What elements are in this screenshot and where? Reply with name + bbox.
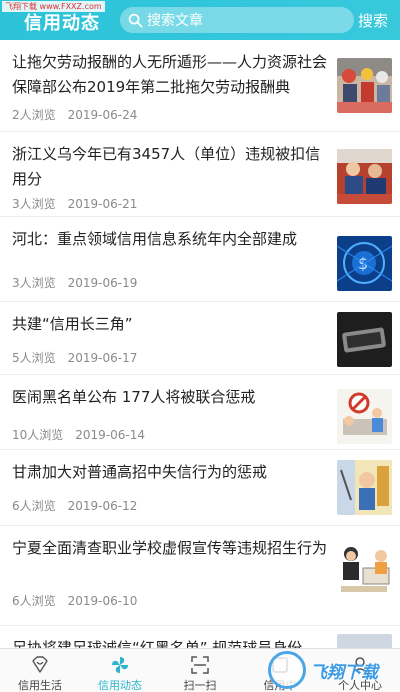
list-item[interactable]: 共建“信用长三角” 5人浏览 2019-06-17 <box>0 302 400 375</box>
list-item[interactable]: 医闹黑名单公布 177人将被联合惩戒 10人浏览 2019-06-14 <box>0 375 400 450</box>
article-title: 共建“信用长三角” <box>12 315 133 333</box>
tab-credit-news[interactable]: 信用动态 <box>80 649 160 692</box>
view-count: 2人浏览 <box>12 108 56 122</box>
view-count: 10人浏览 <box>12 428 64 442</box>
list-item[interactable]: 宁夏全面清查职业学校虚假宣传等违规招生行为 6人浏览 2019-06-10 <box>0 526 400 626</box>
article-meta: 2人浏览 2019-06-24 <box>12 106 137 123</box>
view-count: 3人浏览 <box>12 197 56 211</box>
tab-credit-life[interactable]: 信用生活 <box>0 649 80 692</box>
tab-label: 扫一扫 <box>183 679 217 692</box>
list-item[interactable]: 浙江义乌今年已有3457人（单位）违规被扣信用分 3人浏览 2019-06-21 <box>0 132 400 217</box>
tab-label: 信用生活 <box>18 679 62 692</box>
article-meta: 3人浏览 2019-06-21 <box>12 195 137 212</box>
page-title: 信用动态 <box>24 13 100 34</box>
article-meta: 3人浏览 2019-06-19 <box>12 274 137 291</box>
article-date: 2019-06-14 <box>75 428 146 442</box>
article-thumbnail <box>337 312 392 367</box>
article-list: 让拖欠劳动报酬的人无所遁形——人力资源社会保障部公布2019年第二批拖欠劳动报酬… <box>0 40 400 648</box>
article-date: 2019-06-24 <box>67 108 138 122</box>
list-item[interactable]: 甘肃加大对普通高招中失信行为的惩戒 6人浏览 2019-06-12 <box>0 450 400 526</box>
scan-icon <box>191 656 209 674</box>
view-count: 6人浏览 <box>12 594 56 608</box>
top-app-bar: 信用动态 飞翔下载 www.FXXZ.com 搜索文章 搜索 <box>0 0 400 40</box>
article-thumbnail <box>337 58 392 113</box>
search-button[interactable]: 搜索 <box>358 10 388 31</box>
watermark-text: 飞翔下载 <box>310 662 378 683</box>
view-count: 6人浏览 <box>12 499 56 513</box>
article-date: 2019-06-10 <box>67 594 138 608</box>
article-thumbnail <box>337 389 392 444</box>
article-date: 2019-06-12 <box>67 499 138 513</box>
article-meta: 6人浏览 2019-06-12 <box>12 497 137 514</box>
article-thumbnail <box>337 460 392 515</box>
article-title: 宁夏全面清查职业学校虚假宣传等违规招生行为 <box>12 539 328 557</box>
view-count: 3人浏览 <box>12 276 56 290</box>
article-title: 足协将建足球诚信“红黑名单” 规范球员身份 <box>12 639 303 648</box>
svg-text:$: $ <box>358 254 368 273</box>
article-title: 浙江义乌今年已有3457人（单位）违规被扣信用分 <box>12 145 321 188</box>
article-title: 甘肃加大对普通高招中失信行为的惩戒 <box>12 463 268 481</box>
diamond-heart-icon <box>32 656 48 673</box>
article-thumbnail: $ <box>337 236 392 291</box>
article-date: 2019-06-21 <box>67 197 138 211</box>
list-item[interactable]: 河北：重点领域信用信息系统年内全部建成 3人浏览 2019-06-19 $ <box>0 217 400 302</box>
watermark-top: 飞翔下载 www.FXXZ.com <box>2 1 105 12</box>
search-input[interactable]: 搜索文章 <box>120 7 354 33</box>
article-title: 医闹黑名单公布 177人将被联合惩戒 <box>12 388 256 406</box>
tab-scan[interactable]: 扫一扫 <box>160 649 240 692</box>
article-meta: 6人浏览 2019-06-10 <box>12 592 137 609</box>
search-placeholder: 搜索文章 <box>147 13 203 29</box>
article-date: 2019-06-17 <box>67 351 138 365</box>
watermark-logo: 飞翔下载 <box>268 648 400 692</box>
article-thumbnail <box>337 542 392 597</box>
search-icon <box>128 13 143 27</box>
article-thumbnail <box>337 149 392 204</box>
article-thumbnail <box>337 634 392 648</box>
article-meta: 5人浏览 2019-06-17 <box>12 349 137 366</box>
view-count: 5人浏览 <box>12 351 56 365</box>
article-meta: 10人浏览 2019-06-14 <box>12 426 145 443</box>
article-title: 让拖欠劳动报酬的人无所遁形——人力资源社会保障部公布2019年第二批拖欠劳动报酬… <box>12 53 328 96</box>
watermark-circle-icon <box>268 651 306 689</box>
article-date: 2019-06-19 <box>67 276 138 290</box>
tab-label: 信用动态 <box>98 679 142 692</box>
list-item[interactable]: 足协将建足球诚信“红黑名单” 规范球员身份 <box>0 626 400 648</box>
article-title: 河北：重点领域信用信息系统年内全部建成 <box>12 230 298 248</box>
pinwheel-icon <box>112 657 128 673</box>
list-item[interactable]: 让拖欠劳动报酬的人无所遁形——人力资源社会保障部公布2019年第二批拖欠劳动报酬… <box>0 40 400 132</box>
